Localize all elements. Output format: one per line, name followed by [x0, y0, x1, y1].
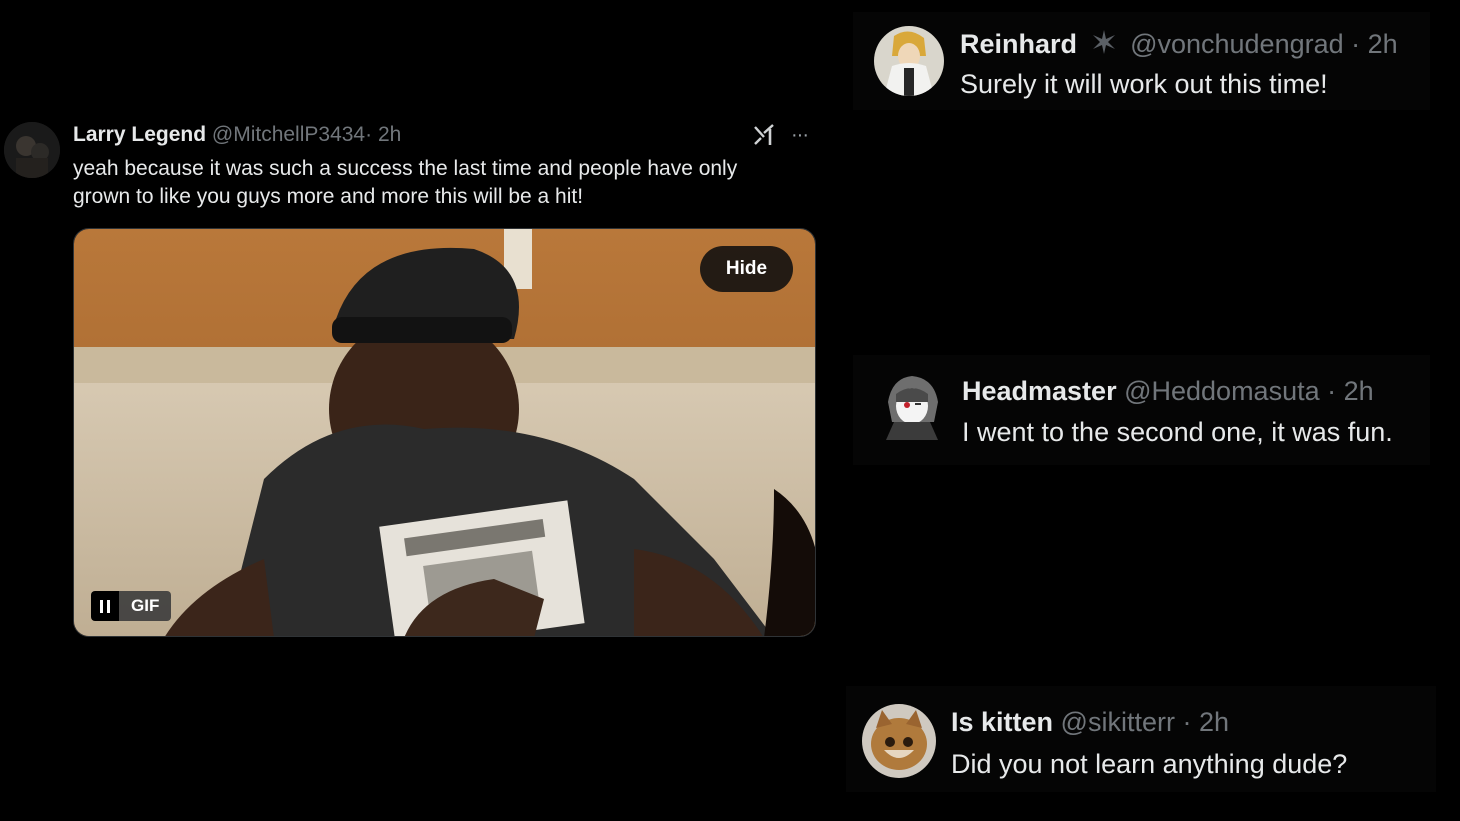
reply-author-handle[interactable]: @vonchudengrad: [1130, 29, 1344, 59]
reply-author-line: Is kitten @sikitterr · 2h: [951, 707, 1229, 738]
reply-timestamp[interactable]: · 2h: [1182, 707, 1229, 737]
reply-timestamp[interactable]: · 2h: [1351, 29, 1398, 59]
reply-author-line: Reinhard @vonchudengrad · 2h: [960, 29, 1398, 62]
reply-author-handle[interactable]: @sikitterr: [1061, 707, 1175, 737]
gif-controls: GIF: [91, 591, 172, 621]
tweet-text: yeah because it was such a success the l…: [73, 157, 738, 208]
reply-text: Did you not learn anything dude?: [951, 749, 1348, 779]
reply-text: Surely it will work out this time!: [960, 69, 1328, 99]
timestamp[interactable]: · 2h: [365, 123, 401, 146]
reply-author-handle[interactable]: @Heddomasuta: [1124, 376, 1320, 406]
hide-button[interactable]: Hide: [700, 246, 793, 292]
more-icon[interactable]: ···: [791, 124, 809, 147]
author-handle[interactable]: @MitchellP3434: [212, 123, 365, 146]
avatar[interactable]: [874, 26, 944, 96]
author-name[interactable]: Larry Legend: [73, 123, 206, 146]
pause-icon[interactable]: [91, 591, 119, 621]
avatar[interactable]: [878, 372, 946, 440]
gif-media[interactable]: Hide GIF: [73, 228, 816, 637]
gif-badge: GIF: [119, 591, 172, 621]
author-line: Larry Legend @MitchellP3434· 2h: [73, 123, 401, 147]
gif-frame-image: [74, 229, 815, 636]
reply-timestamp[interactable]: · 2h: [1327, 376, 1374, 406]
avatar[interactable]: [4, 122, 60, 178]
reply-author-name[interactable]: Headmaster: [962, 376, 1117, 406]
reply-author-name[interactable]: Is kitten: [951, 707, 1053, 737]
verified-star-icon: [1091, 29, 1117, 62]
reply-author-name[interactable]: Reinhard: [960, 29, 1077, 59]
grok-icon[interactable]: [752, 123, 776, 147]
reply-author-line: Headmaster @Heddomasuta · 2h: [962, 376, 1374, 407]
avatar[interactable]: [862, 704, 936, 778]
reply-text: I went to the second one, it was fun.: [962, 417, 1393, 447]
